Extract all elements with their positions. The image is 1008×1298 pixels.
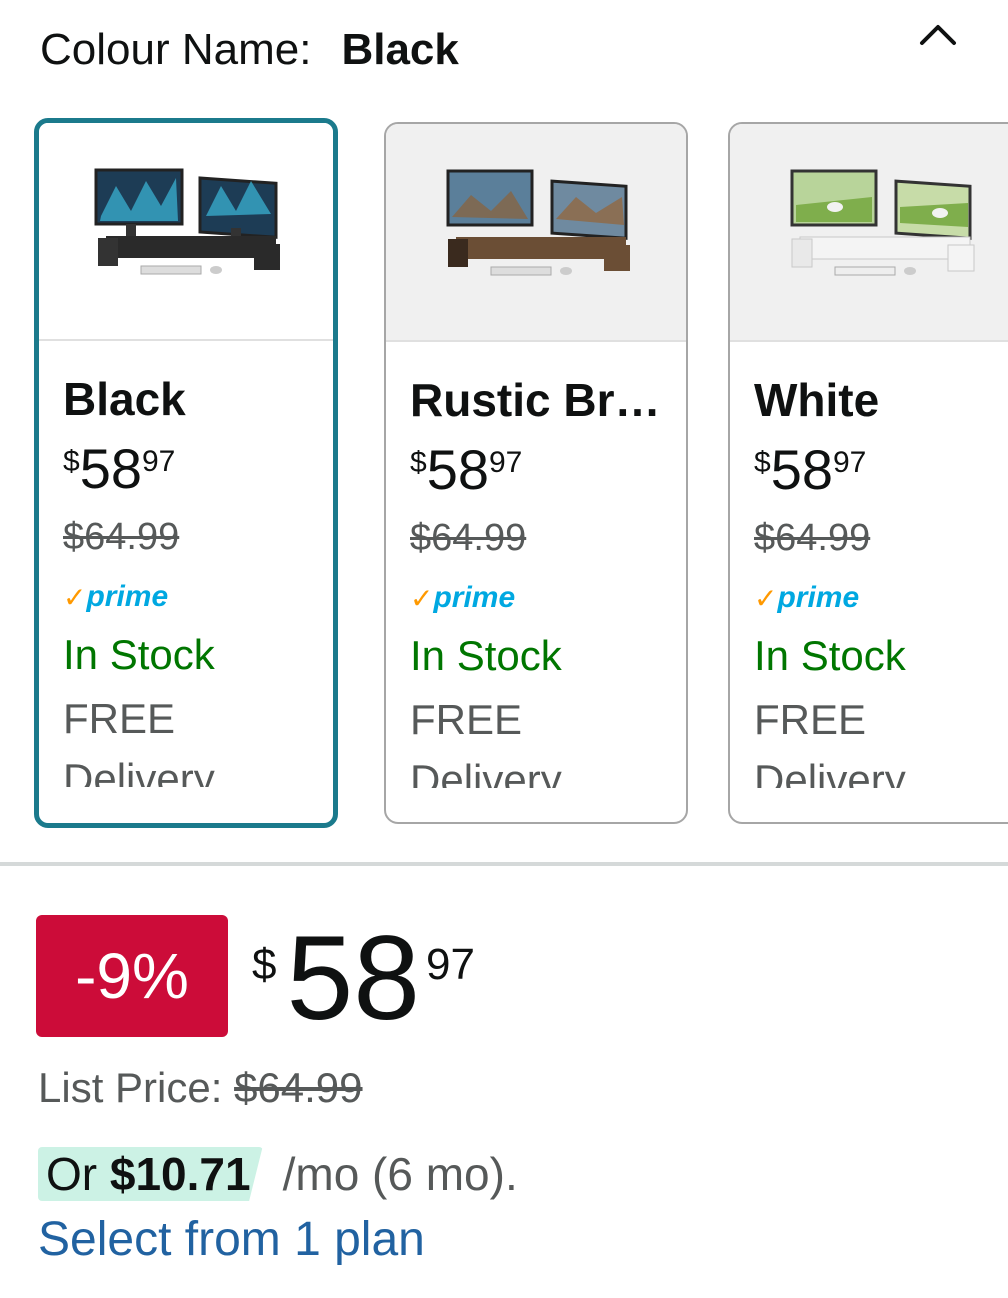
main-price-currency: $ <box>252 940 277 989</box>
shipping-label: FREE <box>754 696 867 743</box>
installment-row: Or $10.71 /mo (6 mo). <box>38 1144 518 1204</box>
shipping-label: FREE <box>63 695 176 742</box>
colour-name-row: Colour Name: Black <box>40 22 459 78</box>
variant-list-price: $64.99 <box>754 517 871 559</box>
installment-prefix: Or <box>46 1148 98 1200</box>
price-fraction: 97 <box>141 445 176 478</box>
delivery-label: Delivery <box>754 756 906 788</box>
list-price-row: List Price: $64.99 <box>38 1064 363 1112</box>
variant-card-black[interactable]: Black $ 58 97 $64.99 ✓ prime In Stock FR… <box>34 118 338 828</box>
delivery-label: Delivery <box>410 756 562 788</box>
price-whole: 58 <box>426 438 489 501</box>
variant-name: White <box>754 374 880 426</box>
main-price-whole: 58 <box>286 911 420 1045</box>
prime-label: prime <box>777 581 860 614</box>
price-currency: $ <box>63 445 80 478</box>
delivery-label: Delivery <box>63 755 215 787</box>
variant-price: $ 58 97 <box>410 440 686 502</box>
price-whole: 58 <box>770 438 833 501</box>
variant-card-white[interactable]: White $ 58 97 $64.99 ✓ prime In Stock FR… <box>728 122 1008 824</box>
collapse-button[interactable] <box>910 12 966 56</box>
main-price: $ 58 97 <box>252 918 475 1038</box>
check-icon: ✓ <box>63 581 87 613</box>
variant-name: Rustic Br… <box>410 374 661 426</box>
shipping-label: FREE <box>410 696 523 743</box>
colour-variants-carousel[interactable]: Black $ 58 97 $64.99 ✓ prime In Stock FR… <box>0 118 1008 830</box>
product-image <box>386 124 686 342</box>
price-currency: $ <box>410 446 427 479</box>
list-price-label: List Price: <box>38 1064 223 1111</box>
price-fraction: 97 <box>832 446 867 479</box>
prime-badge: ✓ prime <box>410 578 686 618</box>
installment-highlight: Or $10.71 <box>38 1147 263 1201</box>
prime-label: prime <box>433 581 516 614</box>
installment-amount: $10.71 <box>109 1148 251 1200</box>
product-image <box>39 123 333 341</box>
main-price-fraction: 97 <box>425 940 475 989</box>
stock-status: In Stock <box>410 632 562 679</box>
stock-status: In Stock <box>754 632 906 679</box>
price-fraction: 97 <box>488 446 523 479</box>
variant-name: Black <box>63 373 186 425</box>
colour-name-value: Black <box>341 25 459 74</box>
colour-name-label: Colour Name: <box>40 25 312 74</box>
variant-price: $ 58 97 <box>63 439 333 501</box>
price-currency: $ <box>754 446 771 479</box>
discount-badge: -9% <box>36 915 228 1037</box>
variant-price: $ 58 97 <box>754 440 1008 502</box>
check-icon: ✓ <box>410 582 434 614</box>
section-divider <box>0 862 1008 866</box>
prime-label: prime <box>86 580 169 613</box>
variant-list-price: $64.99 <box>63 516 180 558</box>
variant-card-rustic-brown[interactable]: Rustic Br… $ 58 97 $64.99 ✓ prime In Sto… <box>384 122 688 824</box>
list-price-value: $64.99 <box>234 1064 363 1111</box>
product-image <box>730 124 1008 342</box>
prime-badge: ✓ prime <box>754 578 1008 618</box>
installment-term: /mo (6 mo). <box>282 1148 518 1200</box>
select-plan-link[interactable]: Select from 1 plan <box>38 1212 425 1267</box>
stock-status: In Stock <box>63 631 215 678</box>
check-icon: ✓ <box>754 582 778 614</box>
prime-badge: ✓ prime <box>63 577 333 617</box>
price-whole: 58 <box>79 437 142 500</box>
variant-list-price: $64.99 <box>410 517 527 559</box>
chevron-up-icon <box>920 25 956 45</box>
